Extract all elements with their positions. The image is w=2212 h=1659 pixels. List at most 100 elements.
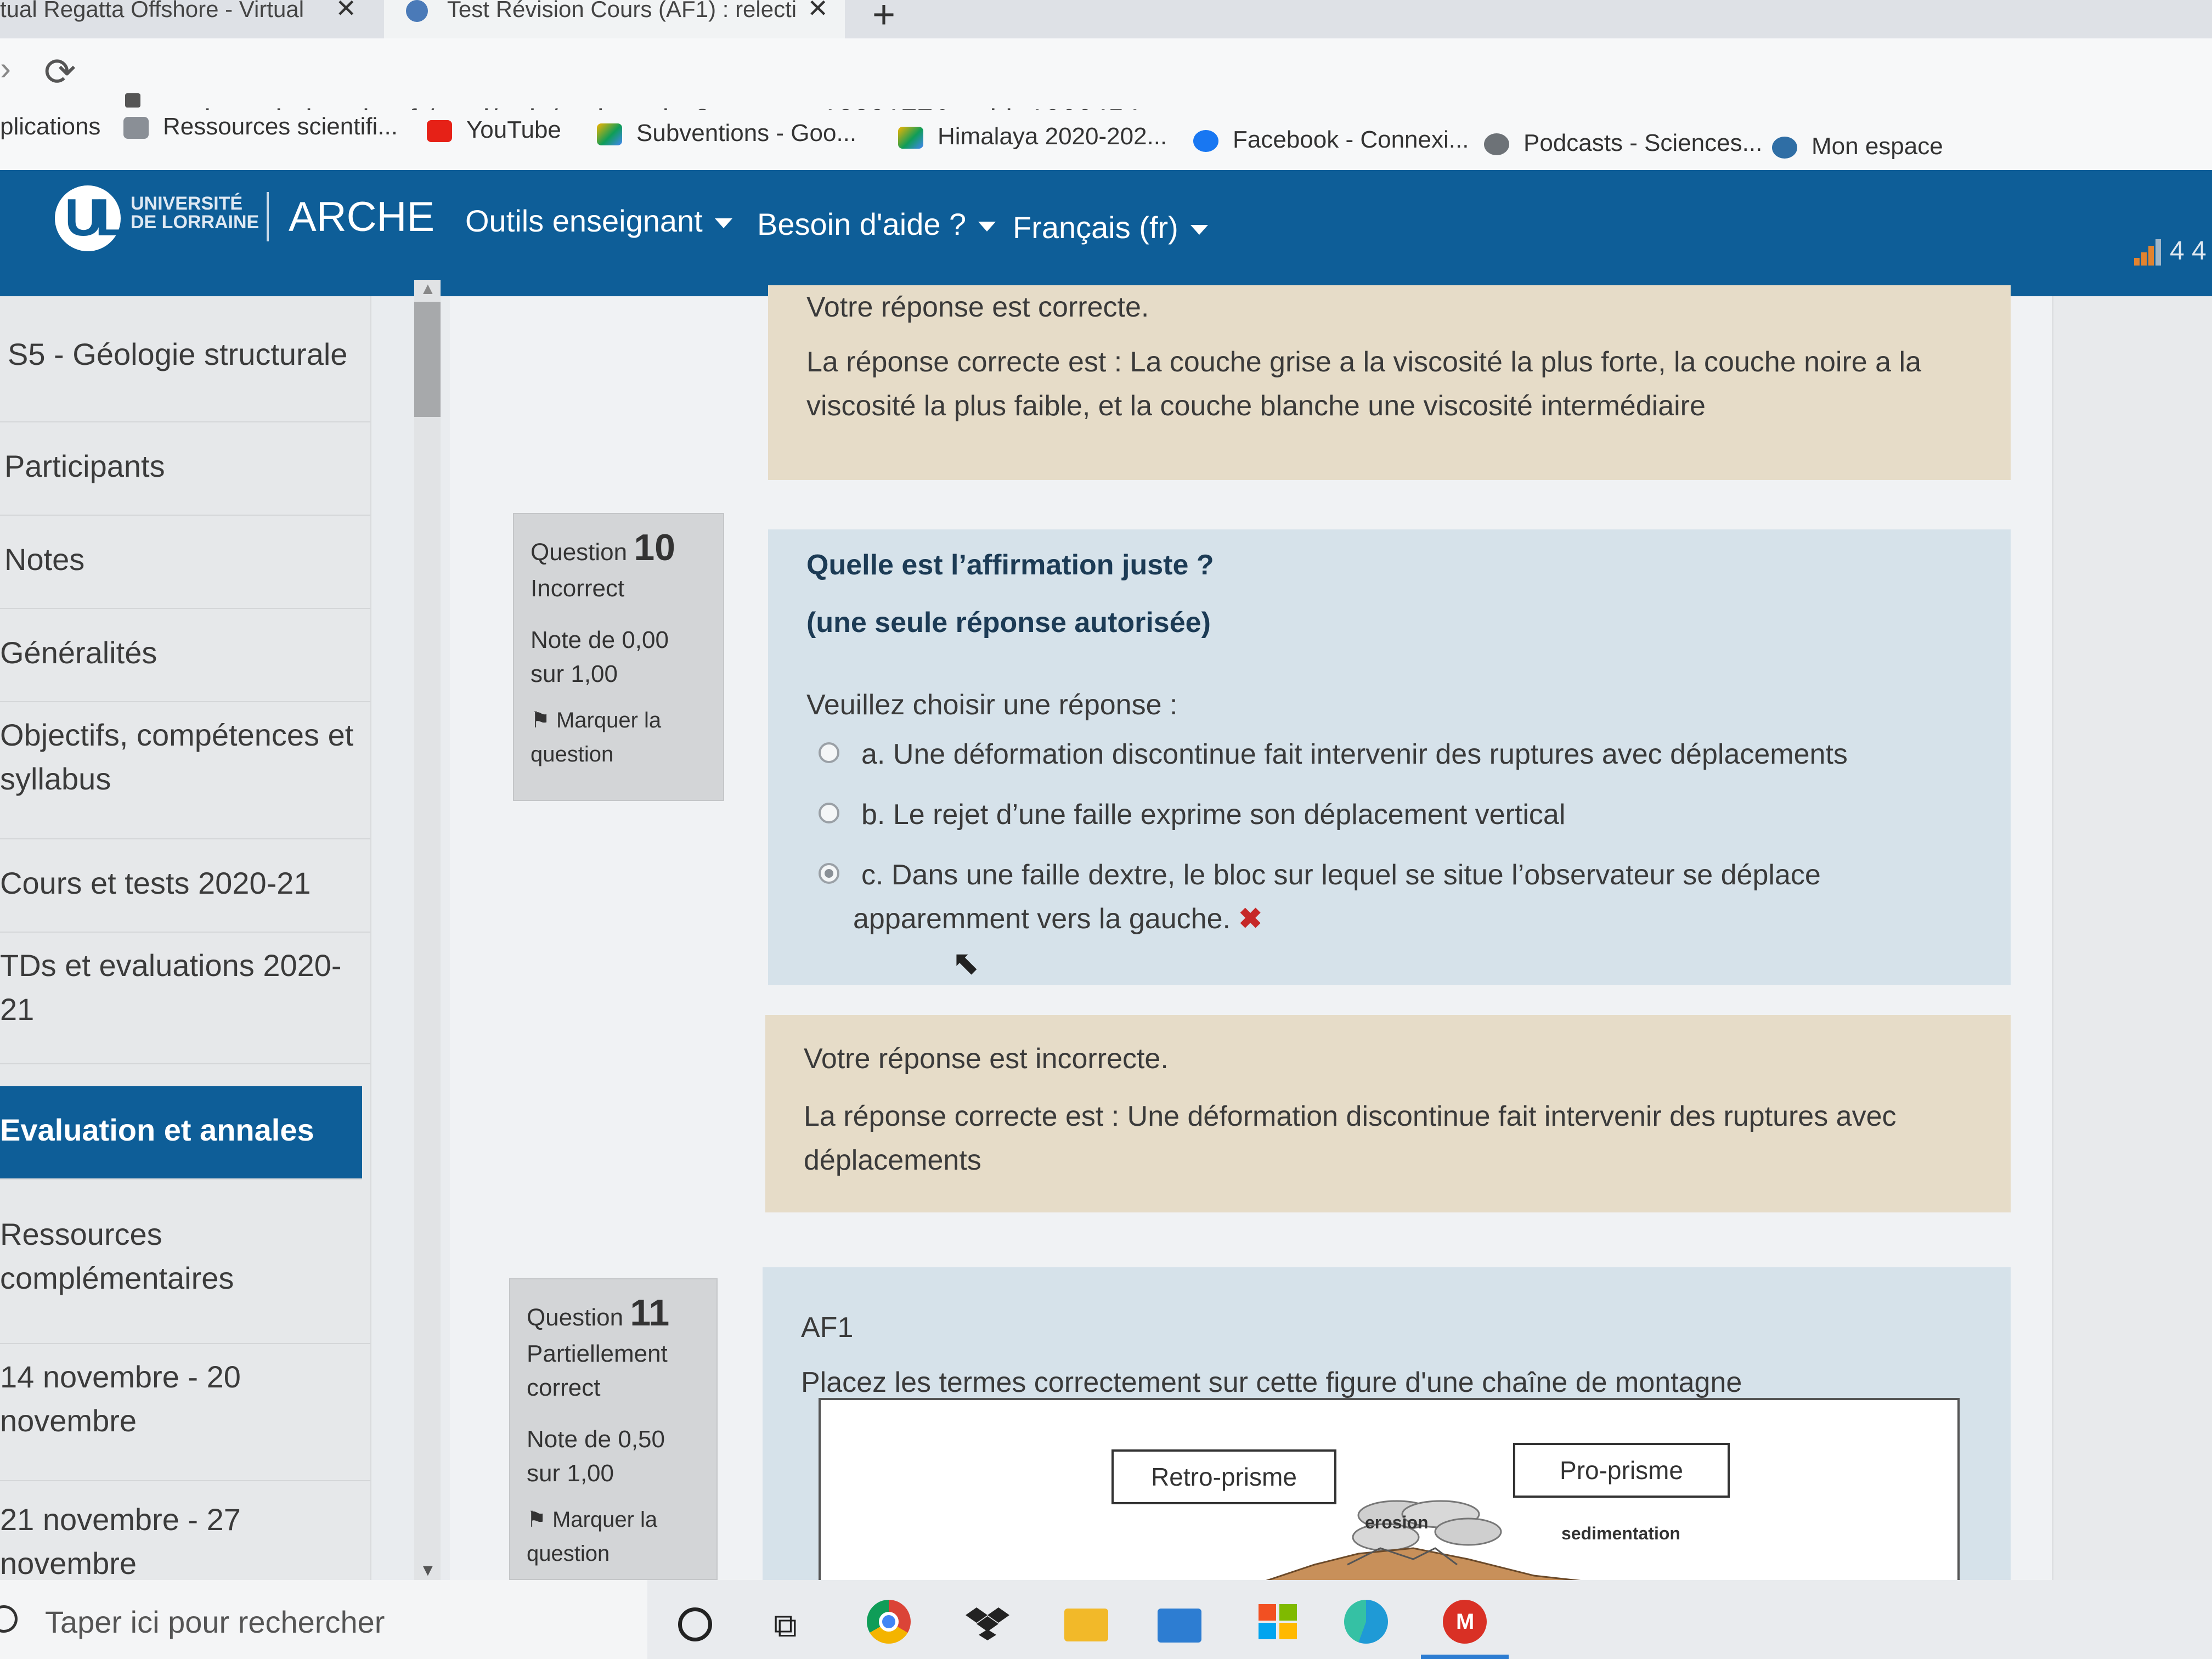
question-code: AF1	[801, 1312, 854, 1344]
tab-strip: tual Regatta Offshore - Virtual ✕ Test R…	[0, 0, 2212, 38]
sidebar-scrollbar[interactable]: ▲ ▼	[414, 280, 441, 1580]
menu-label: Besoin d'aide ?	[757, 207, 967, 241]
bookmark-label: YouTube	[466, 116, 561, 143]
flag-question-button[interactable]: ⚑ Marquer la question	[531, 703, 707, 771]
radio-option-c[interactable]	[819, 863, 839, 884]
option-b-text[interactable]: b. Le rejet d’une faille exprime son dép…	[861, 793, 1565, 837]
site-brand[interactable]: ARCHE	[289, 193, 435, 241]
logo-text-line2: DE LORRAINE	[131, 212, 259, 233]
radio-option-b[interactable]	[819, 803, 839, 823]
windows-taskbar: Taper ici pour rechercher ⧉	[0, 1580, 2212, 1659]
taskbar-search[interactable]: Taper ici pour rechercher	[0, 1580, 647, 1659]
sidebar-item-label: Participants	[4, 449, 165, 483]
bookmark-subventions[interactable]: Subventions - Goo...	[597, 120, 856, 147]
sidebar-item-week-14[interactable]: 14 novembre - 20 novembre	[0, 1344, 370, 1481]
lock-icon[interactable]	[125, 93, 140, 108]
flag-icon: ⚑	[527, 1508, 552, 1532]
university-logo-icon[interactable]: UL	[55, 185, 127, 251]
logo-text-line1: UNIVERSITÉ	[131, 193, 243, 214]
question-label: Question	[527, 1304, 624, 1331]
sidebar-item-participants[interactable]: Participants	[0, 422, 370, 516]
bookmark-label: plications	[0, 113, 101, 140]
bookmark-facebook[interactable]: Facebook - Connexi...	[1193, 126, 1469, 154]
search-input[interactable]: Taper ici pour rechercher	[45, 1604, 385, 1640]
sidebar-item-label: Généralités	[0, 635, 157, 670]
edge-icon[interactable]	[1344, 1600, 1388, 1644]
dropbox-icon[interactable]	[966, 1600, 1009, 1644]
sidebar-item-cours-tests[interactable]: Cours et tests 2020-21	[0, 839, 370, 933]
menu-language[interactable]: Français (fr)	[1013, 210, 1208, 245]
sidebar-item-notes[interactable]: Notes	[0, 516, 370, 609]
question-state: Incorrect	[531, 575, 625, 602]
browser-tab[interactable]: tual Regatta Offshore - Virtual ✕	[0, 0, 373, 38]
site-favicon-icon	[406, 0, 428, 22]
sidebar-item-label: Cours et tests 2020-21	[0, 866, 311, 900]
active-app-indicator	[1421, 1655, 1509, 1659]
close-icon[interactable]: ✕	[335, 0, 357, 21]
file-explorer-icon[interactable]	[1064, 1609, 1108, 1641]
menu-besoin-aide[interactable]: Besoin d'aide ?	[757, 206, 996, 242]
bookmark-label: Himalaya 2020-202...	[938, 123, 1167, 150]
sidebar-item-tds[interactable]: TDs et evaluations 2020-21	[0, 933, 370, 1064]
option-a-text[interactable]: a. Une déformation discontinue fait inte…	[861, 732, 1848, 776]
task-view-icon[interactable]: ⧉	[774, 1606, 797, 1645]
sidebar-item-label: Ressources complémentaires	[0, 1217, 234, 1295]
sidebar-item-label: S5 - Géologie structurale	[8, 337, 348, 371]
bookmark-youtube[interactable]: YouTube	[427, 116, 561, 144]
bookmark-label: Facebook - Connexi...	[1233, 126, 1469, 153]
radio-option-a[interactable]	[819, 742, 839, 763]
scroll-up-arrow-icon[interactable]: ▲	[420, 280, 436, 298]
browser-tab-active[interactable]: Test Révision Cours (AF1) : relecti ✕	[384, 0, 845, 38]
menu-outils-enseignant[interactable]: Outils enseignant	[465, 203, 732, 239]
question-state: Partiellement correct	[527, 1340, 668, 1401]
sidebar-item-course[interactable]: S5 - Géologie structurale	[0, 329, 370, 422]
gmail-icon[interactable]	[1443, 1600, 1487, 1644]
bookmark-podcasts[interactable]: Podcasts - Sciences...	[1484, 129, 1762, 157]
bookmark-label: Mon espace	[1812, 133, 1943, 160]
mail-icon[interactable]	[1158, 1609, 1201, 1643]
figure-label-erosion: erosion	[1365, 1513, 1429, 1532]
bookmark-apps[interactable]: plications	[0, 113, 100, 140]
close-icon[interactable]: ✕	[807, 0, 828, 21]
signal-bars-icon	[2134, 239, 2162, 266]
question-grade: Note de 0,50 sur 1,00	[527, 1426, 665, 1487]
scrollbar-thumb[interactable]	[414, 302, 441, 417]
sidebar-item-evaluation[interactable]: Evaluation et annales	[0, 1086, 362, 1180]
sidebar-item-label: 14 novembre - 20 novembre	[0, 1359, 241, 1438]
bookmark-mon-espace[interactable]: Mon espace	[1772, 133, 1943, 160]
menu-label: Outils enseignant	[465, 204, 703, 238]
sidebar-item-generalites[interactable]: Généralités	[0, 609, 370, 702]
search-icon	[0, 1605, 18, 1633]
cortana-icon[interactable]	[678, 1607, 712, 1641]
scroll-down-arrow-icon[interactable]: ▼	[420, 1561, 436, 1580]
question-10-info: Question 10 Incorrect Note de 0,00 sur 1…	[513, 513, 724, 801]
bookmark-himalaya[interactable]: Himalaya 2020-202...	[898, 123, 1167, 150]
university-name: UNIVERSITÉ DE LORRAINE	[131, 194, 259, 232]
question-subtitle: (une seule réponse autorisée)	[806, 607, 1211, 639]
reload-icon[interactable]: ⟳	[44, 49, 76, 94]
wordpress-icon	[1484, 133, 1509, 156]
tab-title: Test Révision Cours (AF1) : relecti	[447, 0, 797, 22]
menu-label: Français (fr)	[1013, 210, 1178, 245]
caret-down-icon	[1190, 225, 1208, 235]
sidebar-item-label: 21 novembre - 27 novembre	[0, 1502, 241, 1581]
back-arrow-icon[interactable]: ›	[0, 49, 11, 87]
store-icon[interactable]	[1256, 1600, 1300, 1644]
flag-question-button[interactable]: ⚑ Marquer la question	[527, 1503, 700, 1571]
option-c[interactable]: c. Dans une faille dextre, le bloc sur l…	[853, 853, 1895, 941]
drive-icon	[898, 127, 923, 149]
bookmark-ressources[interactable]: Ressources scientifi...	[123, 113, 398, 140]
sidebar-item-week-21[interactable]: 21 novembre - 27 novembre	[0, 1481, 370, 1581]
new-tab-button[interactable]: +	[872, 0, 895, 37]
option-c-text: c. Dans une faille dextre, le bloc sur l…	[853, 859, 1821, 935]
nav-counter: 4 4	[2170, 236, 2207, 266]
previous-feedback: Votre réponse est correcte. La réponse c…	[768, 285, 2011, 480]
sidebar-item-ressources[interactable]: Ressources complémentaires	[0, 1196, 370, 1344]
sidebar-item-label: TDs et evaluations 2020-21	[0, 948, 342, 1026]
divider	[267, 192, 269, 241]
question-10-feedback: Votre réponse est incorrecte. La réponse…	[765, 1015, 2011, 1212]
sidebar-item-objectifs[interactable]: Objectifs, compétences et syllabus	[0, 702, 370, 839]
question-title: Quelle est l’affirmation juste ?	[806, 549, 1214, 581]
sidebar-item-label: Notes	[4, 542, 85, 577]
chrome-icon[interactable]	[867, 1600, 911, 1644]
